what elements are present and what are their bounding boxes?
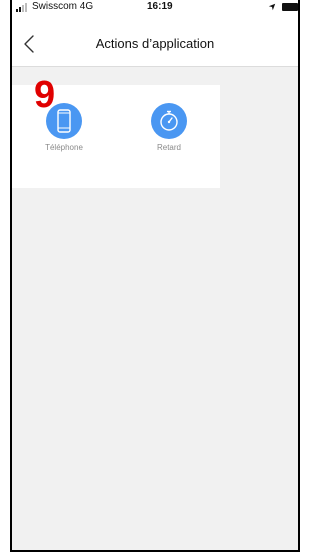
navigation-bar: Actions d’application	[12, 24, 298, 67]
action-phone-label: Téléphone	[45, 143, 83, 152]
signal-strength-icon	[16, 3, 27, 12]
action-delay-label: Retard	[156, 143, 181, 152]
battery-icon	[282, 3, 298, 11]
step-number-overlay: 9	[34, 74, 56, 116]
page-title: Actions d’application	[95, 36, 215, 51]
status-time: 16:19	[147, 1, 173, 12]
action-delay[interactable]: Retard	[129, 103, 209, 152]
location-arrow-icon	[268, 3, 276, 11]
carrier-label: Swisscom 4G	[32, 1, 94, 12]
app-frame: Swisscom 4G 16:19 Actions d’application …	[10, 0, 300, 552]
timer-icon	[151, 103, 187, 139]
status-bar: Swisscom 4G 16:19	[12, 0, 298, 24]
